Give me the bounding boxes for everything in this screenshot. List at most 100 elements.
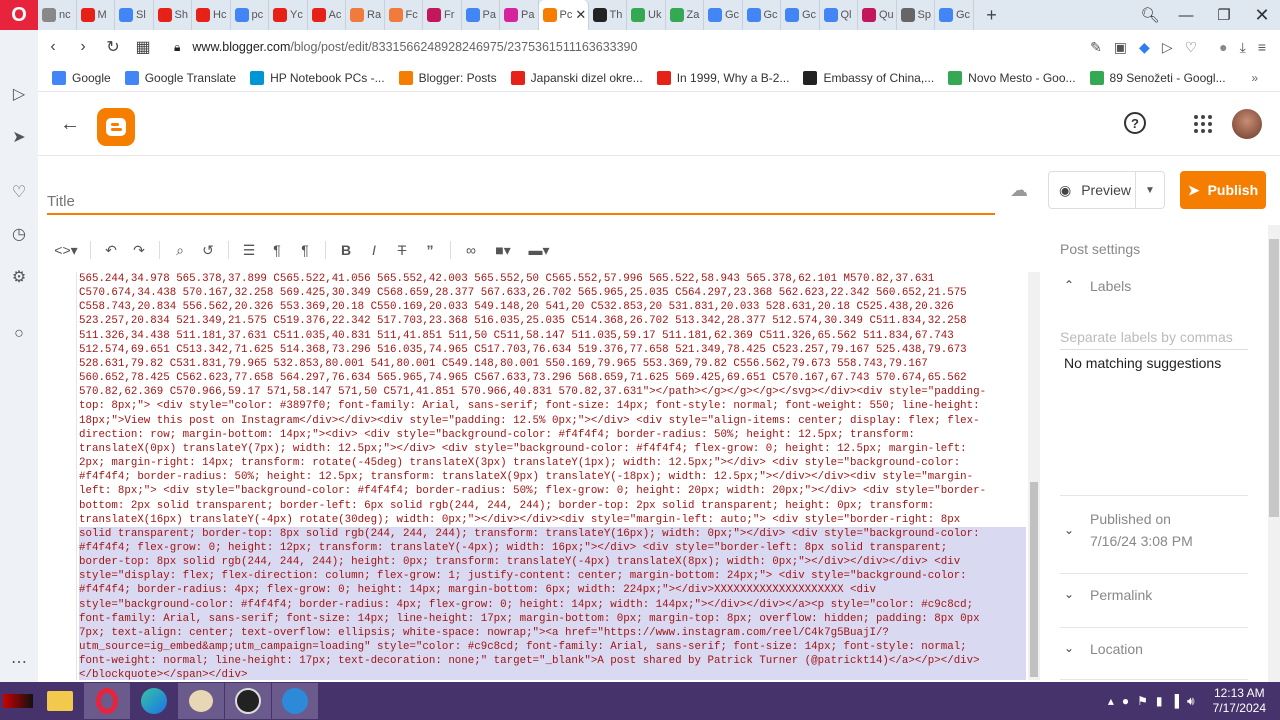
redo-icon[interactable]: ↷ [125,242,153,259]
post-title-input[interactable] [47,190,995,215]
publish-button[interactable]: ➤ Publish [1180,171,1266,209]
google-apps-icon[interactable] [1194,115,1212,133]
search-icon[interactable]: ⌕ [166,242,194,259]
browser-tab[interactable]: M [77,0,115,30]
opera-taskbar-icon[interactable] [84,683,130,719]
permalink-section-toggle[interactable]: ⌄ Permalink [1060,587,1248,609]
format-html-icon[interactable]: ☰ [235,242,263,259]
bookmark-item[interactable]: Japanski dizel okre... [510,70,643,85]
browser-tab[interactable]: Pa [462,0,500,30]
italic-icon[interactable]: I [360,242,388,258]
tab-grid-button[interactable]: ▦ [128,37,158,57]
find-replace-icon[interactable]: ↺ [194,242,222,259]
reload-button[interactable]: ↻ [98,37,128,57]
browser-tab[interactable]: nc [38,0,77,30]
paragraph-after-icon[interactable]: ¶ [291,242,319,258]
undo-icon[interactable]: ↶ [97,242,125,259]
settings-icon[interactable]: ⚙ [7,265,31,289]
forward-nav-button[interactable]: › [68,38,98,56]
preview-button[interactable]: ◉ Preview ▼ [1048,171,1165,209]
history-icon[interactable]: ◷ [7,222,31,246]
browser-tab[interactable]: Yc [269,0,308,30]
browser-tab[interactable]: Sh [154,0,192,30]
paragraph-before-icon[interactable]: ¶ [263,242,291,258]
tray-expand-icon[interactable]: ▴ [1108,694,1114,708]
labels-section-toggle[interactable]: ⌃ Labels [1060,278,1248,300]
download-icon[interactable]: ⤓ [1240,39,1246,56]
task-thumbnail[interactable] [0,683,36,719]
browser-tab[interactable]: Gc [935,0,974,30]
link-icon[interactable]: ∞ [457,242,485,258]
more-bookmarks-icon[interactable]: » [1251,71,1258,85]
profile-icon[interactable]: ● [1219,39,1227,55]
browser-tab[interactable]: Gc [704,0,743,30]
signal-icon[interactable]: ▐ [1171,694,1180,708]
close-tab-icon[interactable]: ✕ [575,7,586,23]
easy-setup-icon[interactable]: ≡ [1258,39,1266,55]
browser-tab[interactable]: Pa [500,0,539,30]
published-on-section-toggle[interactable]: ⌄ Published on 7/16/24 3:08 PM [1060,511,1248,555]
bookmark-item[interactable]: Embassy of China,... [803,70,934,85]
browser-tab[interactable]: pc [231,0,269,30]
new-tab-button[interactable]: + [980,5,1004,26]
vpn-shield-icon[interactable]: ◆ [1139,39,1150,56]
opera-menu-button[interactable]: O [0,0,38,30]
browser-tab[interactable]: Fr [423,0,462,30]
browser-tab[interactable]: Sl [115,0,154,30]
account-avatar[interactable] [1232,109,1262,139]
url-field[interactable]: 🔒︎ www.blogger.com/blog/post/edit/833156… [174,40,637,55]
bookmark-item[interactable]: 89 Senožeti - Googl... [1089,70,1226,85]
heart-icon[interactable]: ♡ [7,180,31,204]
browser-tab[interactable]: Qu [858,0,897,30]
send-icon[interactable]: ➤ [7,125,31,149]
insert-video-icon[interactable]: ▬▾ [521,242,557,259]
location-section-toggle[interactable]: ⌄ Location [1060,641,1248,663]
browser-tab[interactable]: Fc [385,0,423,30]
obs-tray-icon[interactable]: ● [1122,694,1129,708]
labels-input[interactable]: Separate labels by commas [1060,329,1248,350]
send-icon[interactable]: ▷ [1162,39,1173,56]
html-code-editor[interactable]: 565.244,34.978 565.378,37.899 C565.522,4… [76,272,1026,680]
browser-tab[interactable]: Sp [897,0,935,30]
tips-icon[interactable]: ○ [7,322,31,346]
more-icon[interactable]: ⋯ [7,650,31,674]
edge-icon[interactable] [131,683,177,719]
bookmark-item[interactable]: Novo Mesto - Goo... [948,70,1076,85]
browser-tab[interactable]: Hc [192,0,231,30]
paint-icon[interactable] [178,683,224,719]
quote-icon[interactable]: ” [416,242,444,258]
clock[interactable]: 12:13 AM 7/17/2024 [1213,686,1266,716]
blogger-logo[interactable] [97,108,135,146]
obs-icon[interactable] [225,683,271,719]
tab-search-icon[interactable]: 🔍︎ [1132,0,1168,30]
minimize-button[interactable]: — [1168,0,1204,30]
openoffice-icon[interactable] [272,683,318,719]
battery-icon[interactable]: ▮ [1156,694,1163,708]
help-icon[interactable]: ? [1124,112,1146,134]
strikethrough-icon[interactable]: T [388,242,416,258]
bookmark-item[interactable]: In 1999, Why a B-2... [656,70,789,85]
heart-icon[interactable]: ♡ [1185,39,1198,56]
close-window-button[interactable]: ✕ [1244,0,1280,30]
player-icon[interactable]: ▷ [7,82,31,106]
bookmark-item[interactable]: Blogger: Posts [398,70,497,85]
bookmark-item[interactable]: Google [52,70,111,85]
browser-tab[interactable]: Ql [820,0,858,30]
browser-tab[interactable]: Gc [743,0,781,30]
edit-icon[interactable]: ✎ [1090,39,1102,56]
browser-tab[interactable]: Pc ✕ [538,0,589,30]
browser-tab[interactable]: Za [666,0,704,30]
browser-tab[interactable]: Ra [346,0,385,30]
bookmark-item[interactable]: HP Notebook PCs -... [250,70,385,85]
bookmark-item[interactable]: Google Translate [124,70,236,85]
editor-scrollbar[interactable] [1028,272,1040,680]
flag-icon[interactable]: ⚑ [1137,694,1148,708]
html-view-toggle-icon[interactable]: <>▾ [48,242,84,259]
maximize-button[interactable]: ❐ [1206,0,1242,30]
browser-tab[interactable]: Uk [627,0,666,30]
browser-tab[interactable]: Gc [781,0,820,30]
file-explorer-icon[interactable] [37,683,83,719]
bold-icon[interactable]: B [332,242,360,258]
snapshot-icon[interactable]: ▣ [1114,39,1127,56]
volume-icon[interactable]: 🔊︎ [1187,694,1195,709]
